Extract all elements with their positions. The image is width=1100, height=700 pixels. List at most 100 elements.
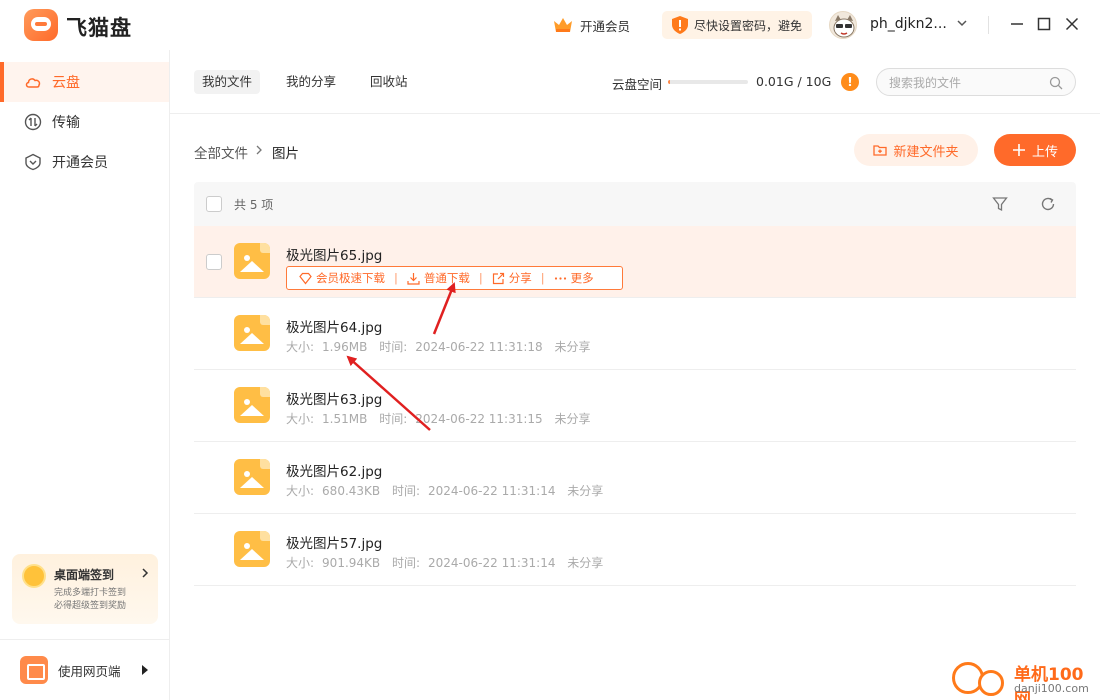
sidebar-item-vip[interactable]: 开通会员 <box>0 142 169 182</box>
chevron-down-icon[interactable] <box>956 17 968 29</box>
file-time: 2024-06-22 11:31:18 <box>415 340 543 354</box>
watermark-url: danji100.com <box>1014 682 1089 695</box>
vip-fast-download-button[interactable]: 会员极速下载 <box>299 270 385 286</box>
diamond-icon <box>299 272 312 284</box>
tab-recycle-bin[interactable]: 回收站 <box>362 70 416 94</box>
new-folder-button[interactable]: 新建文件夹 <box>854 134 978 166</box>
refresh-icon[interactable] <box>1040 196 1056 212</box>
signin-description: 完成多端打卡签到 必得超级签到奖励 <box>54 587 126 613</box>
file-size: 1.51MB <box>322 412 368 426</box>
size-label: 大小: <box>286 340 315 354</box>
file-count: 共 5 项 <box>234 198 274 212</box>
more-dots-icon <box>554 276 566 280</box>
sidebar-item-label: 云盘 <box>52 75 80 91</box>
search-icon[interactable] <box>1049 76 1063 90</box>
sidebar-item-label: 开通会员 <box>52 155 108 171</box>
desktop-signin-card[interactable]: 桌面端签到 完成多端打卡签到 必得超级签到奖励 <box>12 554 158 624</box>
file-name[interactable]: 极光图片57.jpg <box>286 532 382 552</box>
transfer-icon <box>24 113 42 131</box>
maximize-icon[interactable] <box>1037 17 1051 31</box>
size-label: 大小: <box>286 412 315 426</box>
browser-icon <box>20 656 48 684</box>
folder-plus-icon <box>873 145 888 156</box>
time-label: 时间: <box>379 340 408 354</box>
upload-button[interactable]: 上传 <box>994 134 1076 166</box>
time-label: 时间: <box>379 412 408 426</box>
file-row[interactable]: 极光图片64.jpg 大小: 1.96MB 时间: 2024-06-22 11:31… <box>194 298 1076 370</box>
image-file-icon <box>234 315 270 351</box>
file-meta: 大小: 1.51MB 时间: 2024-06-22 11:31:15 未分享 <box>286 410 599 427</box>
storage-label: 云盘空间 <box>612 77 663 92</box>
file-row[interactable]: 极光图片63.jpg 大小: 1.51MB 时间: 2024-06-22 11:31… <box>194 370 1076 442</box>
size-label: 大小: <box>286 556 315 570</box>
file-time: 2024-06-22 11:31:14 <box>428 556 556 570</box>
crown-icon <box>554 18 572 32</box>
minimize-icon[interactable] <box>1010 17 1024 31</box>
app-logo-icon <box>24 9 58 41</box>
file-name[interactable]: 极光图片62.jpg <box>286 460 382 480</box>
file-row[interactable]: 极光图片65.jpg 会员极速下载 | 普通下载 | 分享 | 更多 <box>194 226 1076 298</box>
sidebar-item-label: 传输 <box>52 115 80 131</box>
file-meta: 大小: 901.94KB 时间: 2024-06-22 11:31:14 未分享 <box>286 554 611 571</box>
file-row[interactable]: 极光图片57.jpg 大小: 901.94KB 时间: 2024-06-22 11:… <box>194 514 1076 586</box>
play-arrow-icon <box>142 665 148 675</box>
avatar[interactable] <box>829 11 857 39</box>
set-password-banner[interactable]: 尽快设置密码，避免 <box>662 11 812 39</box>
image-file-icon <box>234 531 270 567</box>
file-name[interactable]: 极光图片65.jpg <box>286 244 382 264</box>
file-size: 901.94KB <box>322 556 381 570</box>
share-label: 分享 <box>508 271 532 285</box>
use-web-version-label: 使用网页端 <box>58 663 121 679</box>
file-row[interactable]: 极光图片62.jpg 大小: 680.43KB 时间: 2024-06-22 11:… <box>194 442 1076 514</box>
action-separator: | <box>394 271 398 285</box>
main-header: 我的文件 我的分享 回收站 云盘空间 0.01G / 10G ! <box>170 50 1100 114</box>
upload-label: 上传 <box>1031 144 1058 160</box>
sidebar-item-transfer[interactable]: 传输 <box>0 102 169 142</box>
filter-icon[interactable] <box>992 196 1008 212</box>
plus-icon <box>1012 144 1025 156</box>
username[interactable]: ph_djkn2... <box>870 16 947 32</box>
close-icon[interactable] <box>1065 17 1079 31</box>
more-button[interactable]: 更多 <box>554 270 594 286</box>
open-vip-button[interactable]: 开通会员 <box>553 14 630 36</box>
share-status: 未分享 <box>567 484 604 498</box>
row-checkbox[interactable] <box>206 254 222 270</box>
sidebar-divider <box>0 639 169 640</box>
time-label: 时间: <box>391 484 421 498</box>
cat-avatar-icon <box>833 15 855 38</box>
breadcrumb-root[interactable]: 全部文件 <box>194 142 248 162</box>
select-all-checkbox[interactable] <box>206 196 222 212</box>
info-icon[interactable]: ! <box>841 73 859 91</box>
share-status: 未分享 <box>567 556 604 570</box>
signin-title: 桌面端签到 <box>54 568 115 582</box>
app-window: 飞猫盘 开通会员 尽快设置密码，避免 ph_djkn2... 云盘 传输 开通会… <box>0 0 1100 700</box>
tab-my-files[interactable]: 我的文件 <box>194 70 261 94</box>
share-status: 未分享 <box>554 340 591 354</box>
storage-progress-bar <box>668 80 748 84</box>
file-name[interactable]: 极光图片63.jpg <box>286 388 382 408</box>
breadcrumb-current: 图片 <box>272 146 299 162</box>
sidebar-item-cloud-disk[interactable]: 云盘 <box>0 62 169 102</box>
sidebar: 云盘 传输 开通会员 桌面端签到 完成多端打卡签到 必得超级签到奖励 使用网页端 <box>0 50 170 700</box>
search-box[interactable] <box>876 68 1076 96</box>
file-time: 2024-06-22 11:31:14 <box>428 484 556 498</box>
tab-my-shares[interactable]: 我的分享 <box>278 70 344 94</box>
storage-progress-fill <box>668 80 670 84</box>
signin-desc-line: 必得超级签到奖励 <box>54 601 127 611</box>
image-file-icon <box>234 243 270 279</box>
site-watermark: 单机100网 danji100.com <box>952 660 1100 700</box>
search-input[interactable] <box>889 74 1039 92</box>
vip-shield-icon <box>25 153 41 171</box>
shield-icon <box>672 16 688 34</box>
storage-value: 0.01G / 10G <box>756 74 832 89</box>
share-status: 未分享 <box>554 412 591 426</box>
normal-download-button[interactable]: 普通下载 <box>407 270 470 286</box>
share-button[interactable]: 分享 <box>492 270 532 286</box>
size-label: 大小: <box>286 484 315 498</box>
file-name[interactable]: 极光图片64.jpg <box>286 316 382 336</box>
file-action-bar: 会员极速下载 | 普通下载 | 分享 | 更多 <box>286 266 623 290</box>
file-meta: 大小: 1.96MB 时间: 2024-06-22 11:31:18 未分享 <box>286 338 599 355</box>
use-web-version-button[interactable]: 使用网页端 <box>20 656 150 684</box>
title-bar: 飞猫盘 开通会员 尽快设置密码，避免 ph_djkn2... <box>0 0 1100 50</box>
watermark-logo-icon <box>978 670 1004 696</box>
